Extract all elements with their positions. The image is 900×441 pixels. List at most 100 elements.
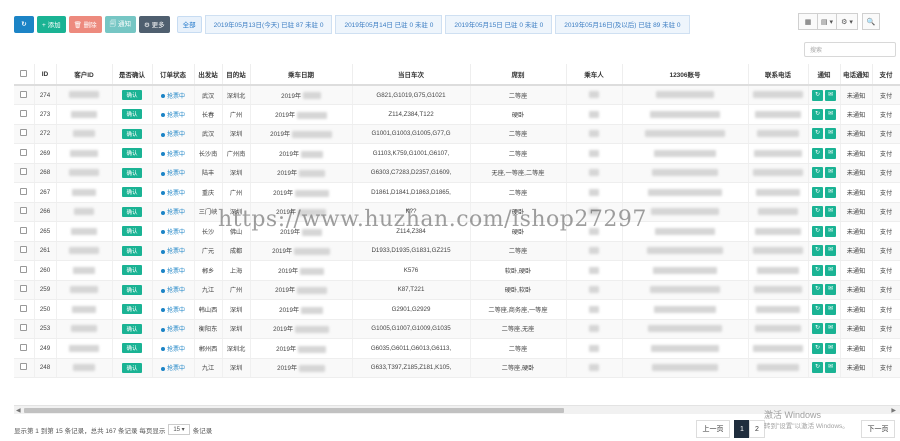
row-checkbox[interactable]	[14, 221, 35, 242]
col-12306-account[interactable]: 12306账号	[622, 64, 749, 86]
table-row[interactable]: 253 确认 抢票中 衡阳东 深圳 2019年 G1005,G1007,G1009,G10…	[14, 319, 900, 339]
notify-edit-icon[interactable]: ↻	[812, 167, 823, 179]
notify-edit-icon[interactable]: ↻	[812, 108, 823, 120]
row-checkbox[interactable]	[14, 358, 35, 378]
col-phone[interactable]: 联系电话	[748, 64, 809, 86]
date-filter-0515[interactable]: 2019年05月15日 已驻 0 未驻 0	[445, 14, 553, 34]
cell-confirmed[interactable]: 确认	[112, 182, 153, 203]
date-filter-0516-later[interactable]: 2019年05月16日(及以后) 已驻 89 未驻 0	[555, 14, 690, 34]
notify-message-icon[interactable]: ✉	[825, 264, 836, 276]
confirm-badge[interactable]: 确认	[122, 148, 142, 159]
refresh-button[interactable]: ↻	[14, 15, 34, 33]
search-input[interactable]: 搜索	[804, 42, 896, 57]
row-checkbox[interactable]	[14, 260, 35, 281]
notify-message-icon[interactable]: ✉	[825, 206, 836, 218]
notify-edit-icon[interactable]: ↻	[812, 362, 823, 374]
table-row[interactable]: 265 确认 抢票中 长沙 佛山 2019年 Z114,Z384 硬卧 ↻ ✉ 未通知 支付	[14, 221, 900, 242]
date-filter-0514[interactable]: 2019年05月14日 已驻 0 未驻 0	[335, 14, 443, 34]
notify-edit-icon[interactable]: ↻	[812, 128, 823, 140]
row-checkbox[interactable]	[14, 85, 35, 105]
confirm-badge[interactable]: 确认	[122, 265, 142, 276]
confirm-badge[interactable]: 确认	[122, 187, 142, 198]
more-button[interactable]: ⚙ 更多	[138, 15, 170, 33]
page-2-button[interactable]: 2	[749, 420, 765, 438]
table-row[interactable]: 261 确认 抢票中 广元 成都 2019年 D1933,D1935,G1831,GZ21…	[14, 241, 900, 261]
notify-edit-icon[interactable]: ↻	[812, 342, 823, 354]
cell-confirmed[interactable]: 确认	[112, 338, 153, 359]
confirm-badge[interactable]: 确认	[122, 284, 142, 295]
delete-button[interactable]: 🗑 删除	[68, 15, 102, 33]
notify-edit-icon[interactable]: ↻	[812, 147, 823, 159]
cell-confirmed[interactable]: 确认	[112, 221, 153, 242]
filter-all-button[interactable]: 全部	[176, 15, 202, 33]
cell-confirmed[interactable]: 确认	[112, 299, 153, 320]
row-checkbox[interactable]	[14, 338, 35, 359]
toggle-view-icon[interactable]: ▦	[798, 13, 818, 30]
export-dropdown-icon[interactable]: ⚙ ▾	[836, 13, 858, 30]
date-filter-today[interactable]: 2019年05月13日(今天) 已驻 87 未驻 0	[204, 14, 333, 34]
scroll-right-icon[interactable]: ▶	[891, 407, 896, 414]
confirm-badge[interactable]: 确认	[122, 90, 142, 100]
cell-confirmed[interactable]: 确认	[112, 143, 153, 164]
cell-confirmed[interactable]: 确认	[112, 241, 153, 261]
cell-confirmed[interactable]: 确认	[112, 85, 153, 105]
notify-message-icon[interactable]: ✉	[825, 284, 836, 296]
cell-confirmed[interactable]: 确认	[112, 124, 153, 144]
table-row[interactable]: 272 确认 抢票中 武汉 深圳 2019年 G1001,G1003,G1005,G77,…	[14, 124, 900, 144]
confirm-badge[interactable]: 确认	[122, 245, 142, 256]
notify-edit-icon[interactable]: ↻	[812, 323, 823, 335]
notify-message-icon[interactable]: ✉	[825, 147, 836, 159]
notify-message-icon[interactable]: ✉	[825, 342, 836, 354]
notify-edit-icon[interactable]: ↻	[812, 284, 823, 296]
columns-dropdown-icon[interactable]: ▤ ▾	[817, 13, 837, 30]
confirm-badge[interactable]: 确认	[122, 109, 142, 120]
table-row[interactable]: 266 确认 抢票中 三门峡 深圳 2019年 K?? 硬卧 ↻ ✉ 未通知 支付	[14, 202, 900, 222]
col-destination[interactable]: 目的站	[222, 64, 251, 86]
notify-message-icon[interactable]: ✉	[825, 225, 836, 237]
prev-page-button[interactable]: 上一页	[696, 420, 730, 438]
col-confirmed[interactable]: 是否确认	[112, 64, 153, 86]
notify-message-icon[interactable]: ✉	[825, 167, 836, 179]
confirm-badge[interactable]: 确认	[122, 304, 142, 315]
table-row[interactable]: 269 确认 抢票中 长沙南 广州南 2019年 G1103,K759,G1001,G61…	[14, 143, 900, 164]
col-seat-class[interactable]: 席别	[470, 64, 567, 86]
row-checkbox[interactable]	[14, 280, 35, 300]
notify-message-icon[interactable]: ✉	[825, 186, 836, 198]
table-row[interactable]: 273 确认 抢票中 长春 广州 2019年 Z114,Z384,T122 硬卧 ↻ ✉ 未通知支…	[14, 104, 900, 125]
scrollbar-thumb[interactable]	[24, 408, 564, 413]
notify-message-icon[interactable]: ✉	[825, 89, 836, 101]
page-1-button[interactable]: 1	[734, 420, 750, 438]
table-row[interactable]: 250 确认 抢票中 韩山西 深圳 2019年 G2901,G2929 二等座,商务座,一等…	[14, 299, 900, 320]
row-checkbox[interactable]	[14, 124, 35, 144]
cell-confirmed[interactable]: 确认	[112, 280, 153, 300]
col-trains[interactable]: 当日车次	[352, 64, 471, 86]
confirm-badge[interactable]: 确认	[122, 362, 142, 373]
row-checkbox[interactable]	[14, 202, 35, 222]
col-phone-notify[interactable]: 电话通知	[840, 64, 873, 86]
confirm-badge[interactable]: 确认	[122, 343, 142, 354]
confirm-badge[interactable]: 确认	[122, 206, 142, 217]
row-checkbox[interactable]	[14, 319, 35, 339]
notify-message-icon[interactable]: ✉	[825, 128, 836, 140]
confirm-badge[interactable]: 确认	[122, 323, 142, 334]
page-size-select[interactable]: 15 ▾	[168, 424, 190, 435]
row-checkbox[interactable]	[14, 241, 35, 261]
notify-edit-icon[interactable]: ↻	[812, 206, 823, 218]
col-order-status[interactable]: 订单状态	[152, 64, 195, 86]
row-checkbox[interactable]	[14, 104, 35, 125]
row-checkbox[interactable]	[14, 182, 35, 203]
confirm-badge[interactable]: 确认	[122, 128, 142, 139]
notify-button[interactable]: 🗐 通知	[104, 15, 136, 33]
notify-edit-icon[interactable]: ↻	[812, 245, 823, 257]
col-travel-date[interactable]: 乘车日期	[250, 64, 353, 86]
cell-confirmed[interactable]: 确认	[112, 163, 153, 183]
table-row[interactable]: 274 确认 抢票中 武汉 深圳北 2019年 G821,G1019,G75,G1021 二…	[14, 85, 900, 105]
cell-confirmed[interactable]: 确认	[112, 319, 153, 339]
cell-confirmed[interactable]: 确认	[112, 358, 153, 378]
col-customer-id[interactable]: 客户ID	[56, 64, 113, 86]
notify-message-icon[interactable]: ✉	[825, 362, 836, 374]
notify-message-icon[interactable]: ✉	[825, 323, 836, 335]
table-row[interactable]: 249 确认 抢票中 郴州西 深圳北 2019年 G6035,G6011,G6013,G6…	[14, 338, 900, 359]
row-checkbox[interactable]	[14, 163, 35, 183]
table-row[interactable]: 259 确认 抢票中 九江 广州 2019年 K87,T221 硬卧,软卧 ↻ ✉ 未通知 支付	[14, 280, 900, 300]
